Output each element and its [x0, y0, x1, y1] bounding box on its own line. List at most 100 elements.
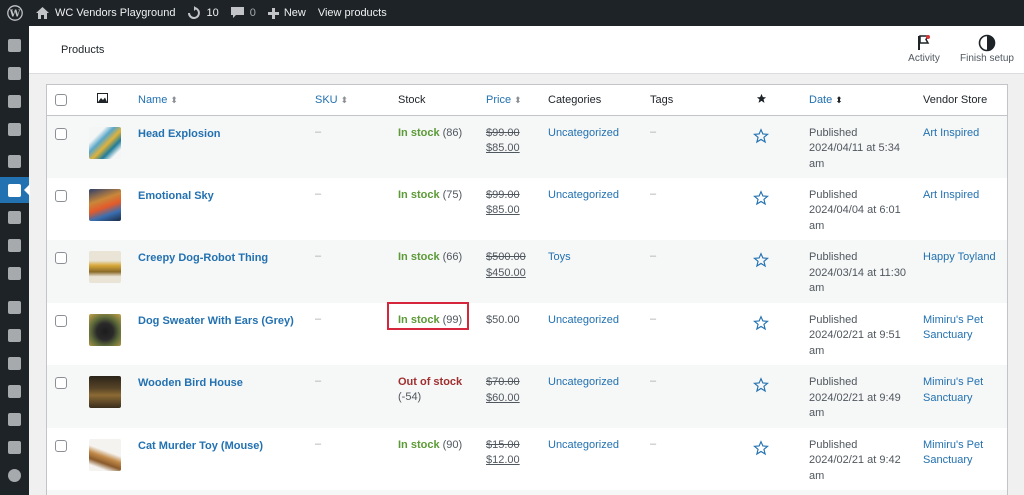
- category-link[interactable]: Uncategorized: [548, 189, 619, 201]
- vendor-store-link[interactable]: Mimiru's Pet: [923, 313, 1007, 329]
- row-checkbox[interactable]: [55, 189, 67, 202]
- price-sort-link[interactable]: Price: [486, 94, 511, 106]
- stock-status: Out of stock: [398, 376, 463, 388]
- row-checkbox[interactable]: [55, 377, 67, 389]
- publish-status: Published: [809, 438, 858, 451]
- vendor-store-link[interactable]: Happy Toyland: [923, 250, 1007, 266]
- publish-status: Published: [809, 313, 858, 326]
- row-checkbox[interactable]: [55, 127, 67, 140]
- users-icon[interactable]: [0, 378, 29, 404]
- product-thumbnail[interactable]: [89, 126, 121, 159]
- posts-icon[interactable]: [0, 60, 29, 86]
- cart-icon[interactable]: [0, 116, 29, 142]
- publish-date: 2024/04/11 at 5:34: [809, 142, 900, 154]
- updates-link[interactable]: 10: [181, 0, 224, 26]
- sku-value: –: [315, 187, 322, 200]
- view-products-link[interactable]: View products: [312, 0, 393, 26]
- publish-status: Published: [809, 376, 858, 388]
- vendor-store-link-cont[interactable]: Sanctuary: [923, 391, 1007, 407]
- vendor-store-link[interactable]: Mimiru's Pet: [923, 375, 1007, 391]
- image-column-icon: [97, 93, 108, 106]
- plugins-icon[interactable]: [0, 322, 29, 348]
- publish-date-suffix: am: [809, 282, 825, 294]
- product-name-link[interactable]: Wooden Bird House: [138, 377, 243, 389]
- dashboard-icon[interactable]: [0, 32, 29, 58]
- product-thumbnail[interactable]: [89, 251, 121, 283]
- featured-star-icon[interactable]: [753, 189, 809, 209]
- stock-status: In stock: [398, 251, 440, 263]
- category-link[interactable]: Uncategorized: [548, 439, 619, 451]
- new-content-link[interactable]: New: [262, 0, 312, 26]
- activity-button[interactable]: Activity: [902, 33, 946, 64]
- site-name-link[interactable]: WC Vendors Playground: [30, 0, 181, 26]
- select-all-checkbox[interactable]: [55, 93, 67, 106]
- featured-star-icon[interactable]: [753, 439, 809, 459]
- vendor-store-link[interactable]: Art Inspired: [923, 188, 1007, 204]
- sku-column-header[interactable]: SKU ⬍: [315, 85, 398, 116]
- product-name-link[interactable]: Creepy Dog-Robot Thing: [138, 252, 268, 264]
- price-column-header[interactable]: Price ⬍: [486, 85, 548, 116]
- sale-price: $85.00: [486, 204, 520, 216]
- payments-icon[interactable]: [0, 204, 29, 230]
- vendor-store-link-cont[interactable]: Sanctuary: [923, 453, 1007, 469]
- woocommerce-icon[interactable]: [0, 148, 29, 174]
- category-link[interactable]: Uncategorized: [548, 127, 619, 139]
- date-column-header[interactable]: Date ⬍: [809, 85, 923, 116]
- wordpress-logo-icon[interactable]: W: [0, 0, 30, 26]
- category-link[interactable]: Toys: [548, 251, 571, 263]
- table-row: Dog Sweater With Ears (Grey) – In stock …: [47, 303, 1007, 366]
- home-icon: [36, 7, 49, 19]
- vendor-store-link[interactable]: Mimiru's Pet: [923, 438, 1007, 454]
- product-thumbnail[interactable]: [89, 376, 121, 408]
- tags-value: –: [650, 250, 657, 262]
- publish-date-suffix: am: [809, 344, 825, 357]
- category-link[interactable]: Uncategorized: [548, 314, 619, 326]
- view-products-label: View products: [317, 7, 387, 19]
- row-checkbox[interactable]: [55, 252, 67, 264]
- product-name-link[interactable]: Dog Sweater With Ears (Grey): [138, 315, 294, 327]
- name-sort-link[interactable]: Name: [138, 94, 167, 106]
- publish-status: Published: [809, 251, 858, 263]
- vendor-store-link-cont[interactable]: Sanctuary: [923, 328, 1007, 344]
- date-sort-link[interactable]: Date: [809, 94, 832, 106]
- tags-column-header: Tags: [650, 85, 757, 116]
- row-checkbox[interactable]: [55, 314, 67, 327]
- product-thumbnail[interactable]: [89, 313, 121, 346]
- marketing-icon[interactable]: [0, 260, 29, 286]
- regular-price: $15.00: [486, 438, 520, 451]
- finish-setup-button[interactable]: Finish setup: [957, 33, 1017, 64]
- featured-star-icon[interactable]: [753, 252, 809, 271]
- analytics-icon[interactable]: [0, 232, 29, 258]
- featured-star-icon[interactable]: [753, 127, 809, 147]
- sku-value: –: [315, 437, 322, 450]
- product-name-link[interactable]: Head Explosion: [138, 128, 221, 140]
- tags-value: –: [650, 312, 657, 325]
- tools-icon[interactable]: [0, 406, 29, 432]
- row-checkbox[interactable]: [55, 439, 67, 452]
- comments-link[interactable]: 0: [225, 0, 262, 26]
- product-name-link[interactable]: Cat Murder Toy (Mouse): [138, 440, 263, 452]
- product-name-link[interactable]: Emotional Sky: [138, 190, 214, 202]
- category-link[interactable]: Uncategorized: [548, 376, 619, 388]
- sku-sort-link[interactable]: SKU: [315, 94, 338, 106]
- featured-star-icon[interactable]: [753, 377, 809, 396]
- updates-icon: [187, 6, 201, 20]
- vendor-store-link[interactable]: Art Inspired: [923, 126, 1007, 142]
- stock-quantity: (66): [442, 251, 463, 263]
- appearance-icon[interactable]: [0, 294, 29, 320]
- sale-price: $60.00: [486, 391, 520, 404]
- activity-label: Activity: [908, 53, 940, 64]
- featured-star-header-icon[interactable]: [756, 93, 767, 107]
- product-thumbnail[interactable]: [89, 438, 121, 471]
- featured-star-icon[interactable]: [753, 314, 809, 334]
- regular-price: $70.00: [486, 376, 520, 388]
- products-menu-icon[interactable]: [0, 177, 30, 203]
- product-thumbnail[interactable]: [89, 188, 121, 221]
- play-icon[interactable]: [0, 462, 29, 488]
- comments-menu-icon[interactable]: [0, 88, 29, 114]
- scissors-icon[interactable]: [0, 350, 29, 376]
- settings-icon[interactable]: [0, 434, 29, 460]
- stock-status: In stock: [398, 188, 440, 201]
- admin-bar: W WC Vendors Playground 10 0 New View pr…: [0, 0, 1024, 26]
- name-column-header[interactable]: Name ⬍: [138, 85, 315, 116]
